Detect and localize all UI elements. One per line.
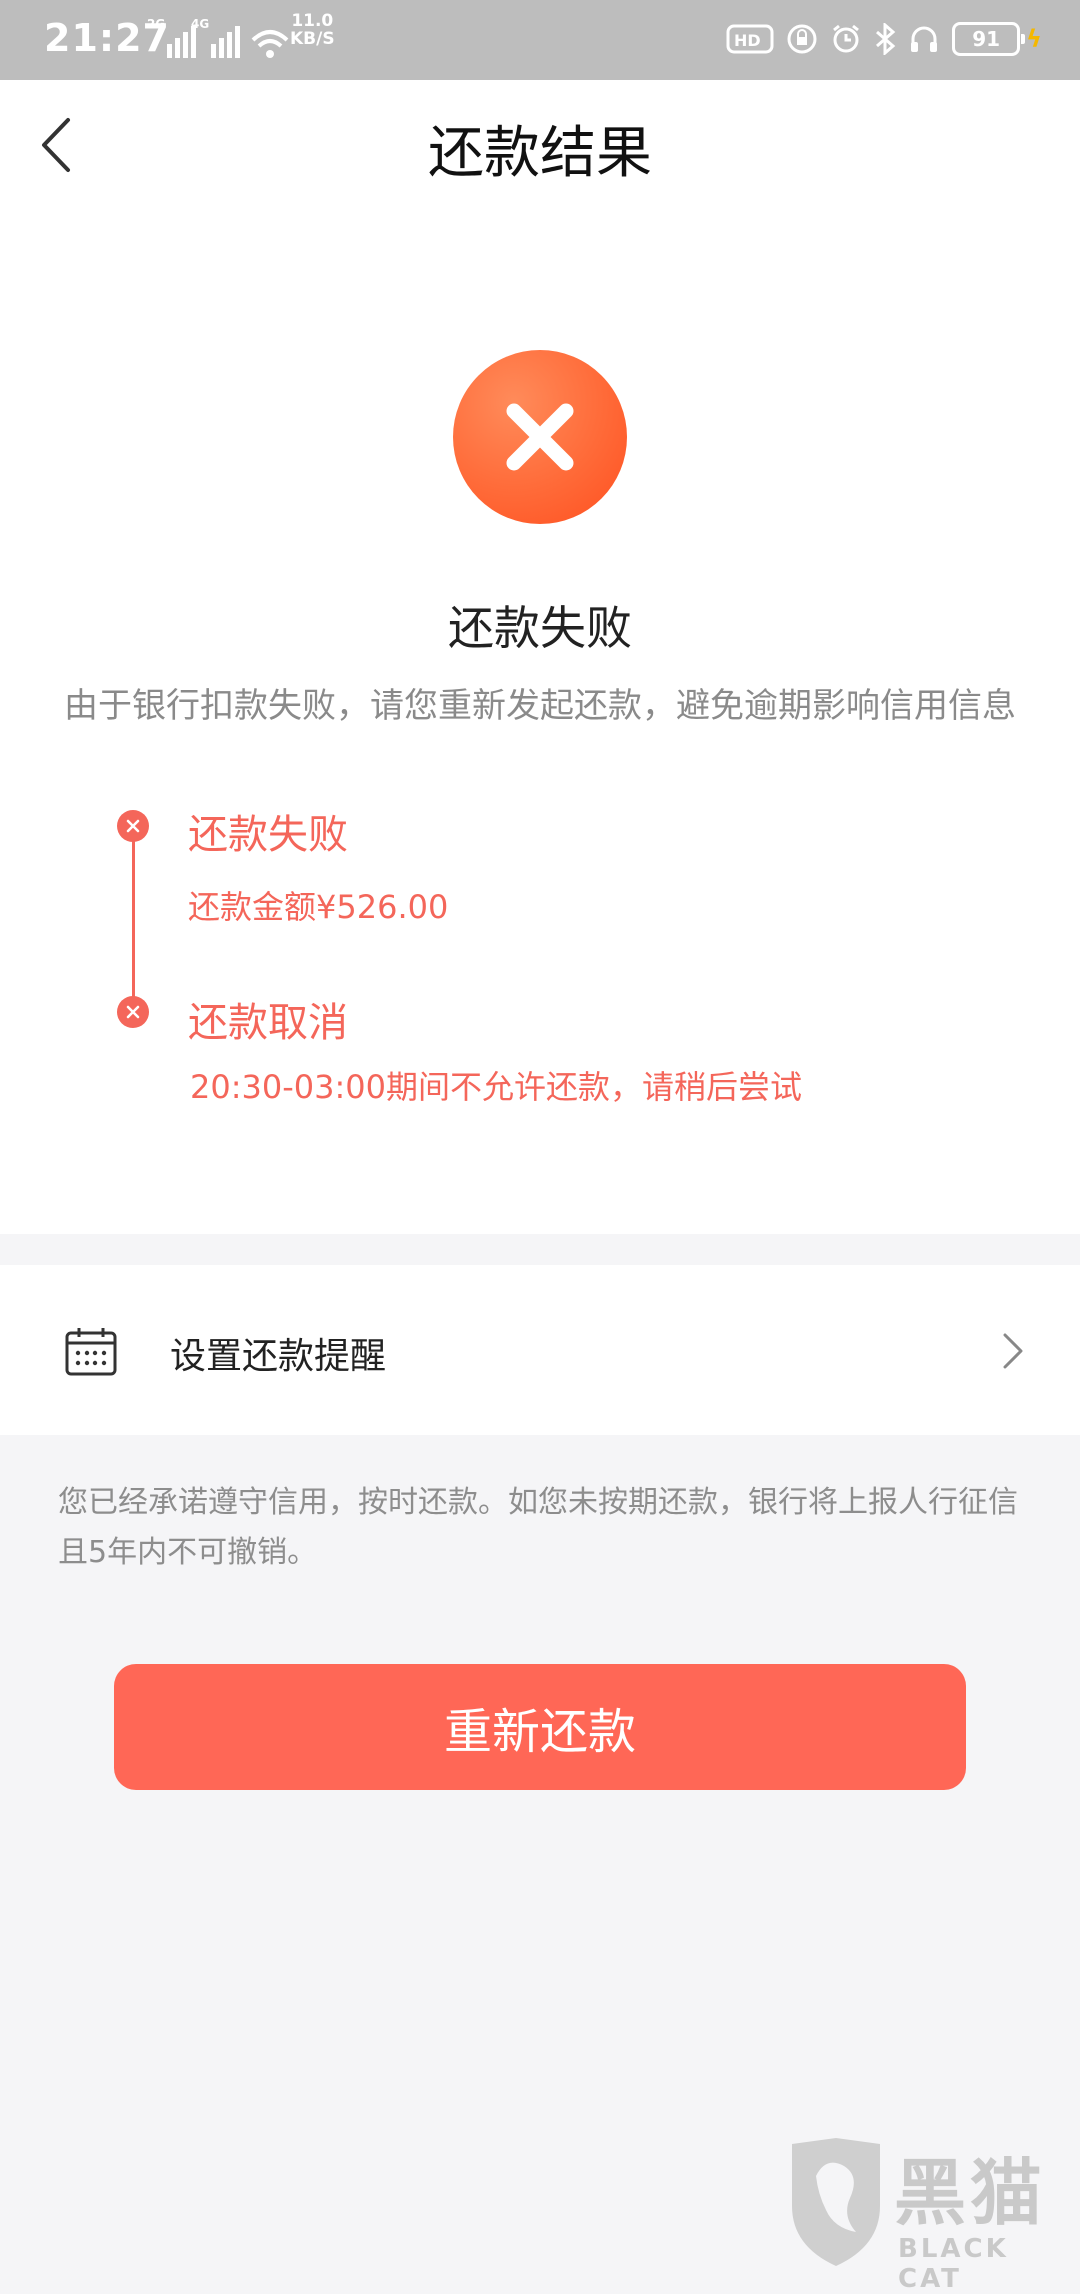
- battery-icon: 91: [952, 22, 1026, 56]
- chevron-right-icon: [1003, 1333, 1023, 1369]
- watermark: 黑猫 BLACK CAT: [786, 2128, 1076, 2294]
- timeline-error-icon: [117, 996, 149, 1028]
- retry-repayment-button[interactable]: 重新还款: [114, 1664, 966, 1790]
- status-right-icons: HD 91 ϟ: [726, 14, 1042, 64]
- network-speed: 11.0 KB/S: [290, 11, 335, 49]
- timeline-step-detail: 20:30-03:00期间不允许还款，请稍后尝试: [190, 1068, 802, 1106]
- timeline-step-title: 还款取消: [188, 1000, 348, 1046]
- timeline-connector: [132, 828, 135, 1012]
- repayment-reminder-row[interactable]: 设置还款提醒: [0, 1265, 1080, 1435]
- reminder-label: 设置还款提醒: [170, 1336, 387, 1377]
- credit-notice: 您已经承诺遵守信用，按时还款。如您未按期还款，银行将上报人行征信且5年内不可撤销…: [58, 1485, 1018, 1570]
- black-cat-logo-icon: [792, 2138, 880, 2266]
- bluetooth-icon: [876, 23, 896, 55]
- status-bar: 21:27 2G 4G 11.0 KB/S HD 91 ϟ: [0, 0, 1080, 80]
- close-icon: [506, 403, 574, 471]
- charging-icon: ϟ: [1026, 25, 1042, 53]
- timeline-step-detail: 还款金额¥526.00: [188, 888, 449, 926]
- result-description: 由于银行扣款失败，请您重新发起还款，避免逾期影响信用信息: [64, 686, 1016, 726]
- alarm-icon: [833, 24, 860, 53]
- watermark-text-en: BLACK CAT: [898, 2234, 1009, 2294]
- timeline-step-title: 还款失败: [188, 812, 348, 858]
- lock-rotation-icon: [787, 24, 817, 54]
- net-label-4g: 4G: [191, 17, 209, 31]
- svg-text:HD: HD: [734, 31, 761, 50]
- result-title: 还款失败: [448, 601, 632, 655]
- timeline-error-icon: [117, 810, 149, 842]
- calendar-icon: [65, 1328, 117, 1376]
- net-label-2g: 2G: [147, 17, 165, 31]
- fail-icon: [453, 350, 627, 524]
- watermark-text-cn: 黑猫: [894, 2151, 1047, 2235]
- page-title: 还款结果: [428, 121, 652, 186]
- hd-icon: HD: [726, 24, 774, 54]
- headphones-icon: [911, 26, 938, 52]
